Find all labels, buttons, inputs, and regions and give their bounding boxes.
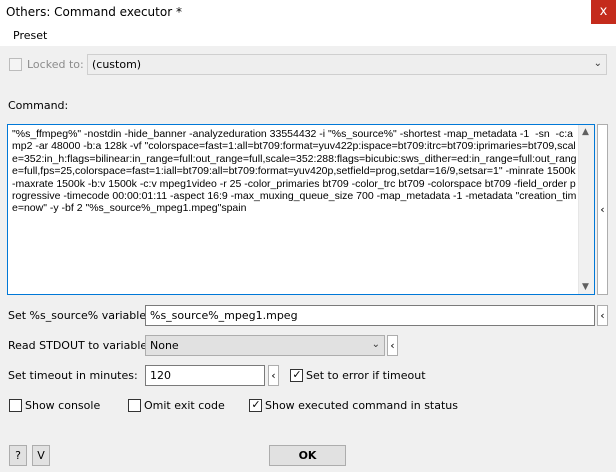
v-button[interactable]: V xyxy=(32,445,50,466)
ok-button[interactable]: OK xyxy=(269,445,346,466)
show-executed-checkbox[interactable]: ✓ xyxy=(249,398,262,412)
window-title: Others: Command executor * xyxy=(6,5,182,19)
locked-label: Locked to: xyxy=(27,58,84,71)
chevron-down-icon: ⌄ xyxy=(371,339,380,350)
chevron-left-icon: ‹ xyxy=(390,339,395,352)
command-label: Command: xyxy=(8,99,69,112)
close-button[interactable]: x xyxy=(591,0,616,24)
omit-exit-label: Omit exit code xyxy=(144,399,225,412)
show-console-checkbox[interactable] xyxy=(9,399,22,412)
stdout-select[interactable]: None ⌄ xyxy=(145,335,385,356)
command-expand-button[interactable]: ‹ xyxy=(597,124,608,295)
help-button[interactable]: ? xyxy=(9,445,27,466)
timeout-input[interactable] xyxy=(145,365,265,386)
error-timeout-checkbox[interactable]: ✓ xyxy=(290,368,303,382)
omit-exit-checkbox[interactable] xyxy=(128,399,141,412)
stdout-select-value: None xyxy=(150,339,179,352)
title-bar: Others: Command executor * x xyxy=(0,0,616,24)
chevron-down-icon: ⌄ xyxy=(593,58,602,69)
source-var-expand-button[interactable]: ‹ xyxy=(597,305,608,326)
check-icon: ✓ xyxy=(251,398,261,411)
show-executed-label: Show executed command in status xyxy=(265,399,458,412)
command-text: "%s_ffmpeg%" -nostdin -hide_banner -anal… xyxy=(12,128,579,215)
scroll-down-icon[interactable]: ▼ xyxy=(582,282,589,292)
chevron-left-icon: ‹ xyxy=(271,369,276,382)
command-scrollbar[interactable]: ▲ ▼ xyxy=(578,125,594,294)
menu-bar: Preset xyxy=(0,24,616,46)
source-var-input[interactable] xyxy=(145,305,595,326)
timeout-label: Set timeout in minutes: xyxy=(8,369,138,382)
check-icon: ✓ xyxy=(292,368,302,381)
show-console-label: Show console xyxy=(25,399,101,412)
timeout-field[interactable] xyxy=(146,366,264,385)
stdout-label: Read STDOUT to variable: xyxy=(8,339,151,352)
locked-select[interactable]: (custom) ⌄ xyxy=(87,54,607,75)
source-var-label: Set %s_source% variable to: xyxy=(8,309,165,322)
locked-select-value: (custom) xyxy=(92,58,142,71)
stdout-expand-button[interactable]: ‹ xyxy=(387,335,398,356)
menu-preset[interactable]: Preset xyxy=(13,29,47,42)
scroll-up-icon[interactable]: ▲ xyxy=(582,127,589,137)
error-timeout-label: Set to error if timeout xyxy=(306,369,426,382)
source-var-field[interactable] xyxy=(146,306,594,325)
locked-checkbox[interactable] xyxy=(9,58,22,71)
chevron-left-icon: ‹ xyxy=(600,309,605,322)
command-textarea[interactable]: "%s_ffmpeg%" -nostdin -hide_banner -anal… xyxy=(7,124,595,295)
chevron-left-icon: ‹ xyxy=(600,203,605,216)
close-icon: x xyxy=(599,4,608,19)
timeout-expand-button[interactable]: ‹ xyxy=(268,365,279,386)
